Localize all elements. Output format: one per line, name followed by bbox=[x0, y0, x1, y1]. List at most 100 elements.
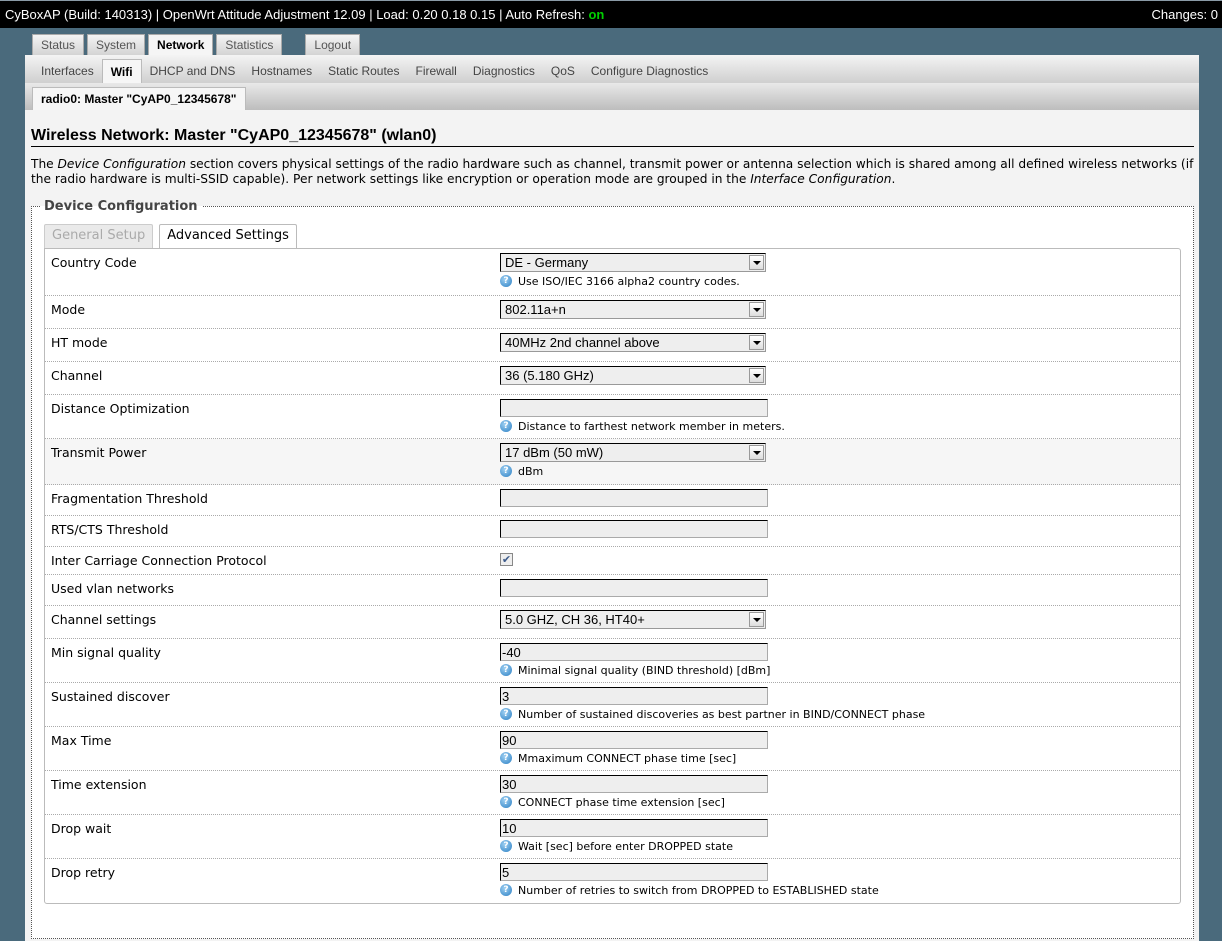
checkmark-icon: ✔ bbox=[501, 553, 512, 566]
setting-field: ✔ bbox=[500, 551, 1180, 574]
setting-hint: ? Distance to farthest network member in … bbox=[500, 419, 1180, 433]
setting-field: 5.0 GHZ, CH 36, HT40+ bbox=[500, 610, 1180, 638]
help-icon: ? bbox=[500, 465, 512, 477]
chevron-down-icon[interactable] bbox=[749, 445, 764, 460]
setting-label: Fragmentation Threshold bbox=[51, 491, 208, 506]
subtab-wifi[interactable]: Wifi bbox=[101, 59, 142, 83]
min-signal-quality-input[interactable] bbox=[500, 643, 768, 661]
setting-label: Max Time bbox=[51, 733, 112, 748]
tab-advanced-settings[interactable]: Advanced Settings bbox=[159, 224, 297, 248]
chevron-down-icon[interactable] bbox=[749, 612, 764, 627]
time-extension-input[interactable] bbox=[500, 775, 768, 793]
setting-row: Fragmentation Threshold bbox=[45, 485, 1180, 516]
subtab-firewall[interactable]: Firewall bbox=[407, 59, 464, 83]
radio-tabs: radio0: Master "CyAP0_12345678" bbox=[25, 83, 1199, 110]
fragmentation-threshold-input[interactable] bbox=[500, 489, 768, 507]
setting-label: HT mode bbox=[51, 335, 108, 350]
channel-settings-select[interactable]: 5.0 GHZ, CH 36, HT40+ bbox=[500, 610, 766, 629]
hint-text: Wait [sec] before enter DROPPED state bbox=[518, 839, 733, 853]
help-icon: ? bbox=[500, 420, 512, 432]
chevron-down-icon[interactable] bbox=[749, 302, 764, 317]
hint-text: Mmaximum CONNECT phase time [sec] bbox=[518, 751, 737, 765]
subtab-hostnames[interactable]: Hostnames bbox=[243, 59, 320, 83]
setting-row: RTS/CTS Threshold bbox=[45, 516, 1180, 547]
tab-system[interactable]: System bbox=[87, 34, 146, 56]
setting-hint: ? Number of retries to switch from DROPPE… bbox=[500, 883, 1180, 897]
main-panel: Interfaces Wifi DHCP and DNS Hostnames S… bbox=[25, 55, 1199, 941]
subtab-diagnostics[interactable]: Diagnostics bbox=[465, 59, 543, 83]
ht-mode-select[interactable]: 40MHz 2nd channel above bbox=[500, 333, 766, 352]
device-configuration-section: Device Configuration General Setup Advan… bbox=[31, 199, 1194, 939]
section-description: The Device Configuration section covers … bbox=[31, 157, 1196, 187]
setting-row: Used vlan networks bbox=[45, 575, 1180, 606]
tab-general-setup[interactable]: General Setup bbox=[44, 224, 154, 248]
max-time-input[interactable] bbox=[500, 731, 768, 749]
setting-field bbox=[500, 579, 1180, 605]
rts-cts-threshold-input[interactable] bbox=[500, 520, 768, 538]
setting-field: 36 (5.180 GHz) bbox=[500, 366, 1180, 394]
tab-network[interactable]: Network bbox=[148, 34, 214, 57]
auto-refresh-toggle[interactable]: on bbox=[588, 7, 604, 22]
setting-label: Drop retry bbox=[51, 865, 116, 880]
setting-field: ? Number of retries to switch from DROPPE… bbox=[500, 863, 1180, 903]
setting-row: Channel 36 (5.180 GHz) bbox=[45, 362, 1180, 395]
desc-text: The bbox=[31, 157, 58, 171]
setting-row: Drop retry ? Number of retries to switch f… bbox=[45, 859, 1180, 903]
setting-label: Drop wait bbox=[51, 821, 112, 836]
tab-status[interactable]: Status bbox=[32, 34, 85, 56]
select-value: DE - Germany bbox=[505, 255, 589, 270]
setting-hint: ? dBm bbox=[500, 464, 1180, 478]
select-value: 40MHz 2nd channel above bbox=[505, 335, 660, 350]
sustained-discover-input[interactable] bbox=[500, 687, 768, 705]
setting-label: Distance Optimization bbox=[51, 401, 190, 416]
setting-hint: ? Number of sustained discoveries as best… bbox=[500, 707, 1180, 721]
desc-text: section covers physical settings of the … bbox=[31, 157, 1194, 186]
config-tabs: General Setup Advanced Settings bbox=[44, 224, 1181, 248]
channel-select[interactable]: 36 (5.180 GHz) bbox=[500, 366, 766, 385]
setting-label: Channel bbox=[51, 368, 103, 383]
setting-field: 802.11a+n bbox=[500, 300, 1180, 328]
setting-field: ? Minimal signal quality (BIND threshold)… bbox=[500, 643, 1180, 682]
distance-optimization-input[interactable] bbox=[500, 399, 768, 417]
tab-radio0[interactable]: radio0: Master "CyAP0_12345678" bbox=[32, 87, 246, 110]
setting-row: Min signal quality? Minimal signal qualit… bbox=[45, 639, 1180, 683]
tab-logout[interactable]: Logout bbox=[305, 34, 361, 56]
subtab-static-routes[interactable]: Static Routes bbox=[320, 59, 407, 83]
mode-select[interactable]: 802.11a+n bbox=[500, 300, 766, 319]
chevron-down-icon[interactable] bbox=[749, 255, 764, 270]
drop-retry-input[interactable] bbox=[500, 863, 768, 881]
setting-label: Transmit Power bbox=[51, 445, 147, 460]
inter-carriage-connection-protocol-checkbox[interactable]: ✔ bbox=[500, 553, 513, 566]
setting-row: HT mode 40MHz 2nd channel above bbox=[45, 329, 1180, 362]
setting-row: Country Code DE - Germany? Use ISO/IEC 316… bbox=[45, 249, 1180, 296]
setting-label: Used vlan networks bbox=[51, 581, 174, 596]
setting-hint: ? Mmaximum CONNECT phase time [sec] bbox=[500, 751, 1180, 765]
changes-counter[interactable]: Changes: 0 bbox=[1152, 1, 1219, 28]
setting-row: Channel settings 5.0 GHZ, CH 36, HT40+ bbox=[45, 606, 1180, 639]
used-vlan-networks-input[interactable] bbox=[500, 579, 768, 597]
desc-text: . bbox=[891, 172, 896, 186]
transmit-power-select[interactable]: 17 dBm (50 mW) bbox=[500, 443, 766, 462]
subtab-interfaces[interactable]: Interfaces bbox=[33, 59, 102, 83]
setting-field: 40MHz 2nd channel above bbox=[500, 333, 1180, 361]
country-code-select[interactable]: DE - Germany bbox=[500, 253, 766, 272]
chevron-down-icon[interactable] bbox=[749, 335, 764, 350]
help-icon: ? bbox=[500, 664, 512, 676]
setting-field: ? Distance to farthest network member in … bbox=[500, 399, 1180, 438]
select-value: 802.11a+n bbox=[505, 302, 566, 317]
drop-wait-input[interactable] bbox=[500, 819, 768, 837]
desc-emphasis: Interface Configuration bbox=[750, 172, 892, 186]
hint-text: Number of retries to switch from DROPPED… bbox=[518, 883, 879, 897]
setting-field: ? CONNECT phase time extension [sec] bbox=[500, 775, 1180, 814]
chevron-down-icon[interactable] bbox=[749, 368, 764, 383]
help-icon: ? bbox=[500, 752, 512, 764]
setting-field: 17 dBm (50 mW) ? dBm bbox=[500, 443, 1180, 484]
subtab-configure-diagnostics[interactable]: Configure Diagnostics bbox=[583, 59, 716, 83]
subtab-dhcp-dns[interactable]: DHCP and DNS bbox=[142, 59, 244, 83]
setting-field bbox=[500, 489, 1180, 515]
setting-field bbox=[500, 520, 1180, 546]
setting-hint: ? Wait [sec] before enter DROPPED state bbox=[500, 839, 1180, 853]
setting-row: Time extension? CONNECT phase time extens… bbox=[45, 771, 1180, 815]
tab-statistics[interactable]: Statistics bbox=[216, 34, 283, 56]
subtab-qos[interactable]: QoS bbox=[543, 59, 583, 83]
